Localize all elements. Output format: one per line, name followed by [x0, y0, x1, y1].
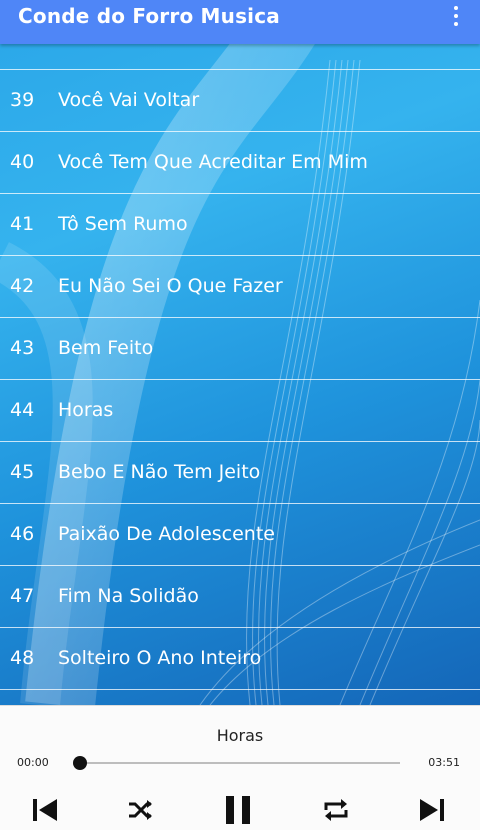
song-title: Bebo E Não Tem Jeito — [58, 461, 261, 483]
now-playing-title: Horas — [216, 726, 264, 745]
seek-thumb[interactable] — [73, 756, 87, 770]
shuffle-icon[interactable] — [121, 790, 161, 830]
song-number: 39 — [10, 89, 35, 111]
song-number: 43 — [10, 337, 35, 359]
repeat-icon[interactable] — [316, 790, 356, 830]
song-title: Paixão De Adolescente — [58, 523, 275, 545]
overflow-menu-icon[interactable] — [446, 4, 466, 28]
pause-icon[interactable] — [218, 790, 258, 830]
list-item[interactable]: 47 Fim Na Solidão — [0, 566, 480, 628]
song-title: Eu Não Sei O Que Fazer — [58, 275, 283, 297]
song-list-area: 39 Você Vai Voltar 40 Você Tem Que Acred… — [0, 0, 480, 705]
list-item[interactable]: 43 Bem Feito — [0, 318, 480, 380]
app-title: Conde do Forro Musica — [18, 4, 280, 28]
song-title: Bem Feito — [58, 337, 154, 359]
song-number: 45 — [10, 461, 35, 483]
list-item[interactable]: 41 Tô Sem Rumo — [0, 194, 480, 256]
song-title: Horas — [58, 399, 114, 421]
list-item[interactable]: 46 Paixão De Adolescente — [0, 504, 480, 566]
list-item[interactable]: 44 Horas — [0, 380, 480, 442]
total-time: 03:51 — [428, 756, 460, 769]
song-number: 44 — [10, 399, 35, 421]
list-item[interactable]: 42 Eu Não Sei O Que Fazer — [0, 256, 480, 318]
list-item[interactable]: 48 Solteiro O Ano Inteiro — [0, 628, 480, 690]
song-number: 42 — [10, 275, 35, 297]
seek-bar[interactable] — [80, 762, 400, 764]
song-number: 47 — [10, 585, 35, 607]
list-item[interactable]: 45 Bebo E Não Tem Jeito — [0, 442, 480, 504]
song-number: 40 — [10, 151, 35, 173]
song-title: Você Vai Voltar — [58, 89, 200, 111]
song-number: 46 — [10, 523, 35, 545]
app-bar: Conde do Forro Musica — [0, 0, 480, 44]
skip-previous-icon[interactable] — [25, 790, 65, 830]
list-item[interactable]: 40 Você Tem Que Acreditar Em Mim — [0, 132, 480, 194]
song-title: Tô Sem Rumo — [58, 213, 188, 235]
song-title: Fim Na Solidão — [58, 585, 199, 607]
song-title: Você Tem Que Acreditar Em Mim — [58, 151, 368, 173]
list-item[interactable]: 39 Você Vai Voltar — [0, 70, 480, 132]
player-bar: Horas 00:00 03:51 — [0, 705, 480, 830]
song-number: 41 — [10, 213, 35, 235]
current-time: 00:00 — [17, 756, 49, 769]
song-title: Solteiro O Ano Inteiro — [58, 647, 262, 669]
skip-next-icon[interactable] — [412, 790, 452, 830]
song-number: 48 — [10, 647, 35, 669]
